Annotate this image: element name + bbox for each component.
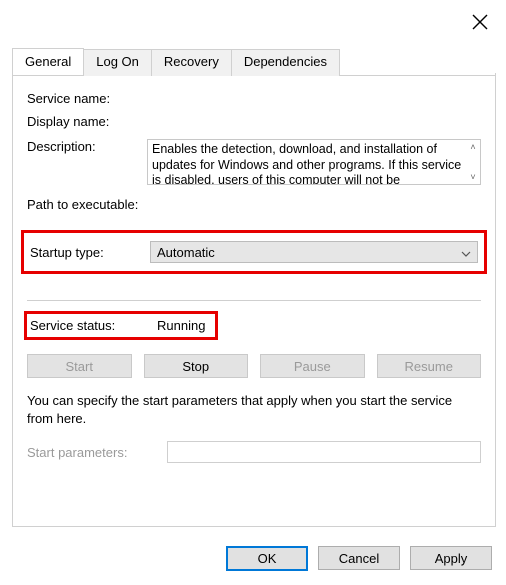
startup-type-value: Automatic [157,245,215,260]
startup-type-select[interactable]: Automatic [150,241,478,263]
startup-type-highlight: Startup type: Automatic [21,230,487,274]
pause-button: Pause [260,354,365,378]
start-button: Start [27,354,132,378]
service-status-value: Running [157,318,205,333]
service-status-label: Service status: [27,318,157,333]
service-status-highlight: Service status: Running [24,311,218,340]
tab-logon[interactable]: Log On [83,49,152,76]
stop-button[interactable]: Stop [144,354,249,378]
divider [27,300,481,301]
start-params-note: You can specify the start parameters tha… [27,392,481,427]
path-label: Path to executable: [27,197,481,212]
ok-button[interactable]: OK [226,546,308,571]
display-name-label: Display name: [27,114,147,129]
dialog-buttons: OK Cancel Apply [226,546,492,571]
description-label: Description: [27,139,147,154]
service-control-buttons: Start Stop Pause Resume [27,354,481,378]
start-params-label: Start parameters: [27,445,167,460]
service-name-label: Service name: [27,91,147,106]
description-text[interactable]: Enables the detection, download, and ins… [147,139,481,185]
apply-button[interactable]: Apply [410,546,492,570]
general-panel: Service name: Display name: Description:… [12,73,496,527]
tab-bar: General Log On Recovery Dependencies [12,48,496,76]
tab-dependencies[interactable]: Dependencies [231,49,340,76]
cancel-button[interactable]: Cancel [318,546,400,570]
tab-general[interactable]: General [12,48,84,75]
scroll-down-icon[interactable]: ˅ [467,171,479,183]
scroll-up-icon[interactable]: ˄ [467,141,479,153]
start-params-input [167,441,481,463]
tab-recovery[interactable]: Recovery [151,49,232,76]
startup-type-label: Startup type: [30,245,150,260]
chevron-down-icon [461,247,471,257]
description-value: Enables the detection, download, and ins… [152,142,461,185]
resume-button: Resume [377,354,482,378]
close-icon[interactable] [468,10,492,34]
